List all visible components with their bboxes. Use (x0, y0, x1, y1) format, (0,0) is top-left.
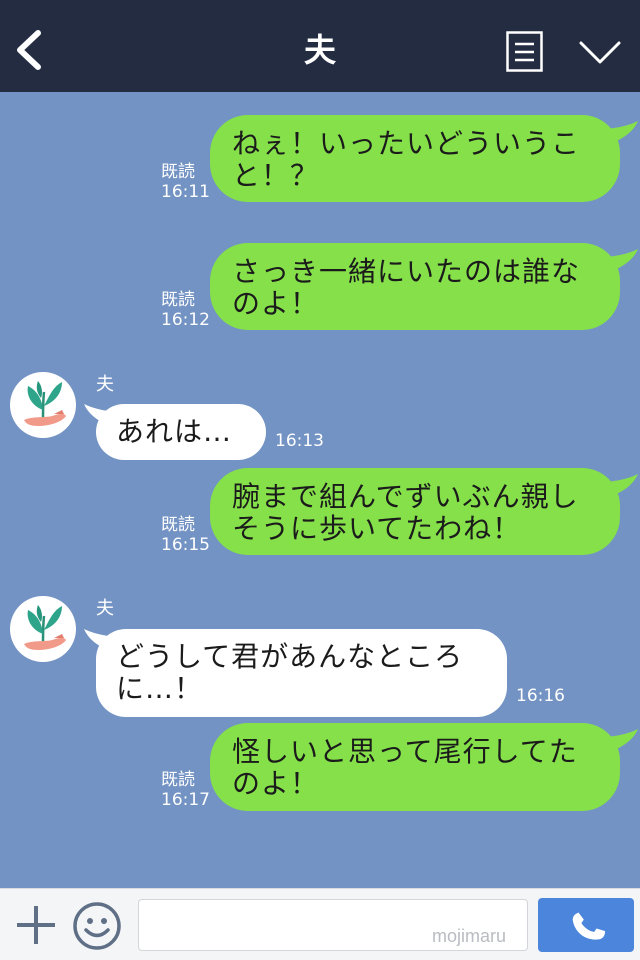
message-text-line: 怪しいと思って尾行してた (232, 735, 578, 768)
plant-in-hand-icon (24, 381, 66, 426)
outgoing-message-bubble[interactable]: さっき一緒にいたのは誰な のよ！ (210, 243, 620, 330)
message-text-line: どうして君があんなところ (116, 640, 464, 673)
chevron-left-icon (17, 30, 41, 70)
back-button[interactable] (12, 30, 46, 70)
plus-icon (17, 906, 55, 944)
avatar[interactable] (10, 372, 76, 438)
message-text-line: 腕まで組んでずいぶん親し (232, 480, 579, 513)
bubble-tail (606, 249, 638, 271)
watermark-text: mojimaru (432, 926, 507, 946)
message-text-line: そうに歩いてたわね！ (232, 512, 522, 545)
plant-in-hand-icon (24, 605, 66, 650)
read-receipt: 既読 (161, 162, 195, 182)
message-time: 16:11 (161, 182, 210, 202)
smiley-icon (73, 902, 121, 950)
sender-name: 夫 (96, 374, 114, 395)
message-text-line: に…！ (116, 672, 204, 705)
message-time: 16:16 (516, 686, 565, 706)
phone-icon (572, 912, 606, 940)
menu-list-icon (506, 31, 543, 72)
read-receipt: 既読 (161, 770, 195, 790)
incoming-message-bubble[interactable]: あれは… (96, 404, 266, 460)
message-time: 16:15 (161, 535, 210, 555)
message-time: 16:12 (161, 310, 210, 330)
emoji-button[interactable] (72, 901, 122, 951)
sender-name: 夫 (96, 598, 114, 619)
message-text-line: のよ！ (232, 287, 320, 320)
read-receipt: 既読 (161, 290, 195, 310)
message-text-line: ねぇ！いったいどういうこ (232, 127, 581, 160)
outgoing-message-bubble[interactable]: 腕まで組んでずいぶん親し そうに歩いてたわね！ (210, 468, 620, 555)
chat-title: 夫 (303, 31, 336, 69)
message-text-line: と！？ (232, 159, 320, 192)
message-time: 16:13 (275, 431, 324, 451)
collapse-button[interactable] (578, 38, 622, 66)
read-receipt: 既読 (161, 515, 195, 535)
outgoing-message-bubble[interactable]: ねぇ！いったいどういうこ と！？ (210, 115, 620, 202)
avatar[interactable] (10, 596, 76, 662)
chat-area[interactable]: 既読 16:11 ねぇ！いったいどういうこ と！？ 既読 16:12 さっき一緒… (0, 92, 640, 888)
outgoing-message-bubble[interactable]: 怪しいと思って尾行してた のよ！ (210, 723, 620, 811)
call-button[interactable] (538, 898, 634, 952)
bubble-tail (606, 121, 638, 143)
message-text-line: さっき一緒にいたのは誰な (232, 255, 581, 288)
chat-header: 夫 (0, 0, 640, 92)
incoming-message-bubble[interactable]: どうして君があんなところ に…！ (96, 629, 507, 717)
message-time: 16:17 (161, 790, 210, 810)
add-button[interactable] (14, 903, 58, 947)
input-bar: mojimaru (0, 888, 640, 960)
menu-button[interactable] (506, 31, 543, 72)
message-meta: 既読 16:12 (161, 290, 210, 330)
bubble-tail (606, 729, 638, 751)
message-text-line: のよ！ (232, 767, 320, 800)
message-meta: 既読 16:11 (161, 162, 210, 202)
message-meta: 既読 16:15 (161, 515, 210, 555)
chevron-down-icon (579, 41, 621, 64)
bubble-tail (606, 474, 638, 496)
message-text-line: あれは… (116, 415, 233, 448)
message-meta: 既読 16:17 (161, 770, 210, 810)
